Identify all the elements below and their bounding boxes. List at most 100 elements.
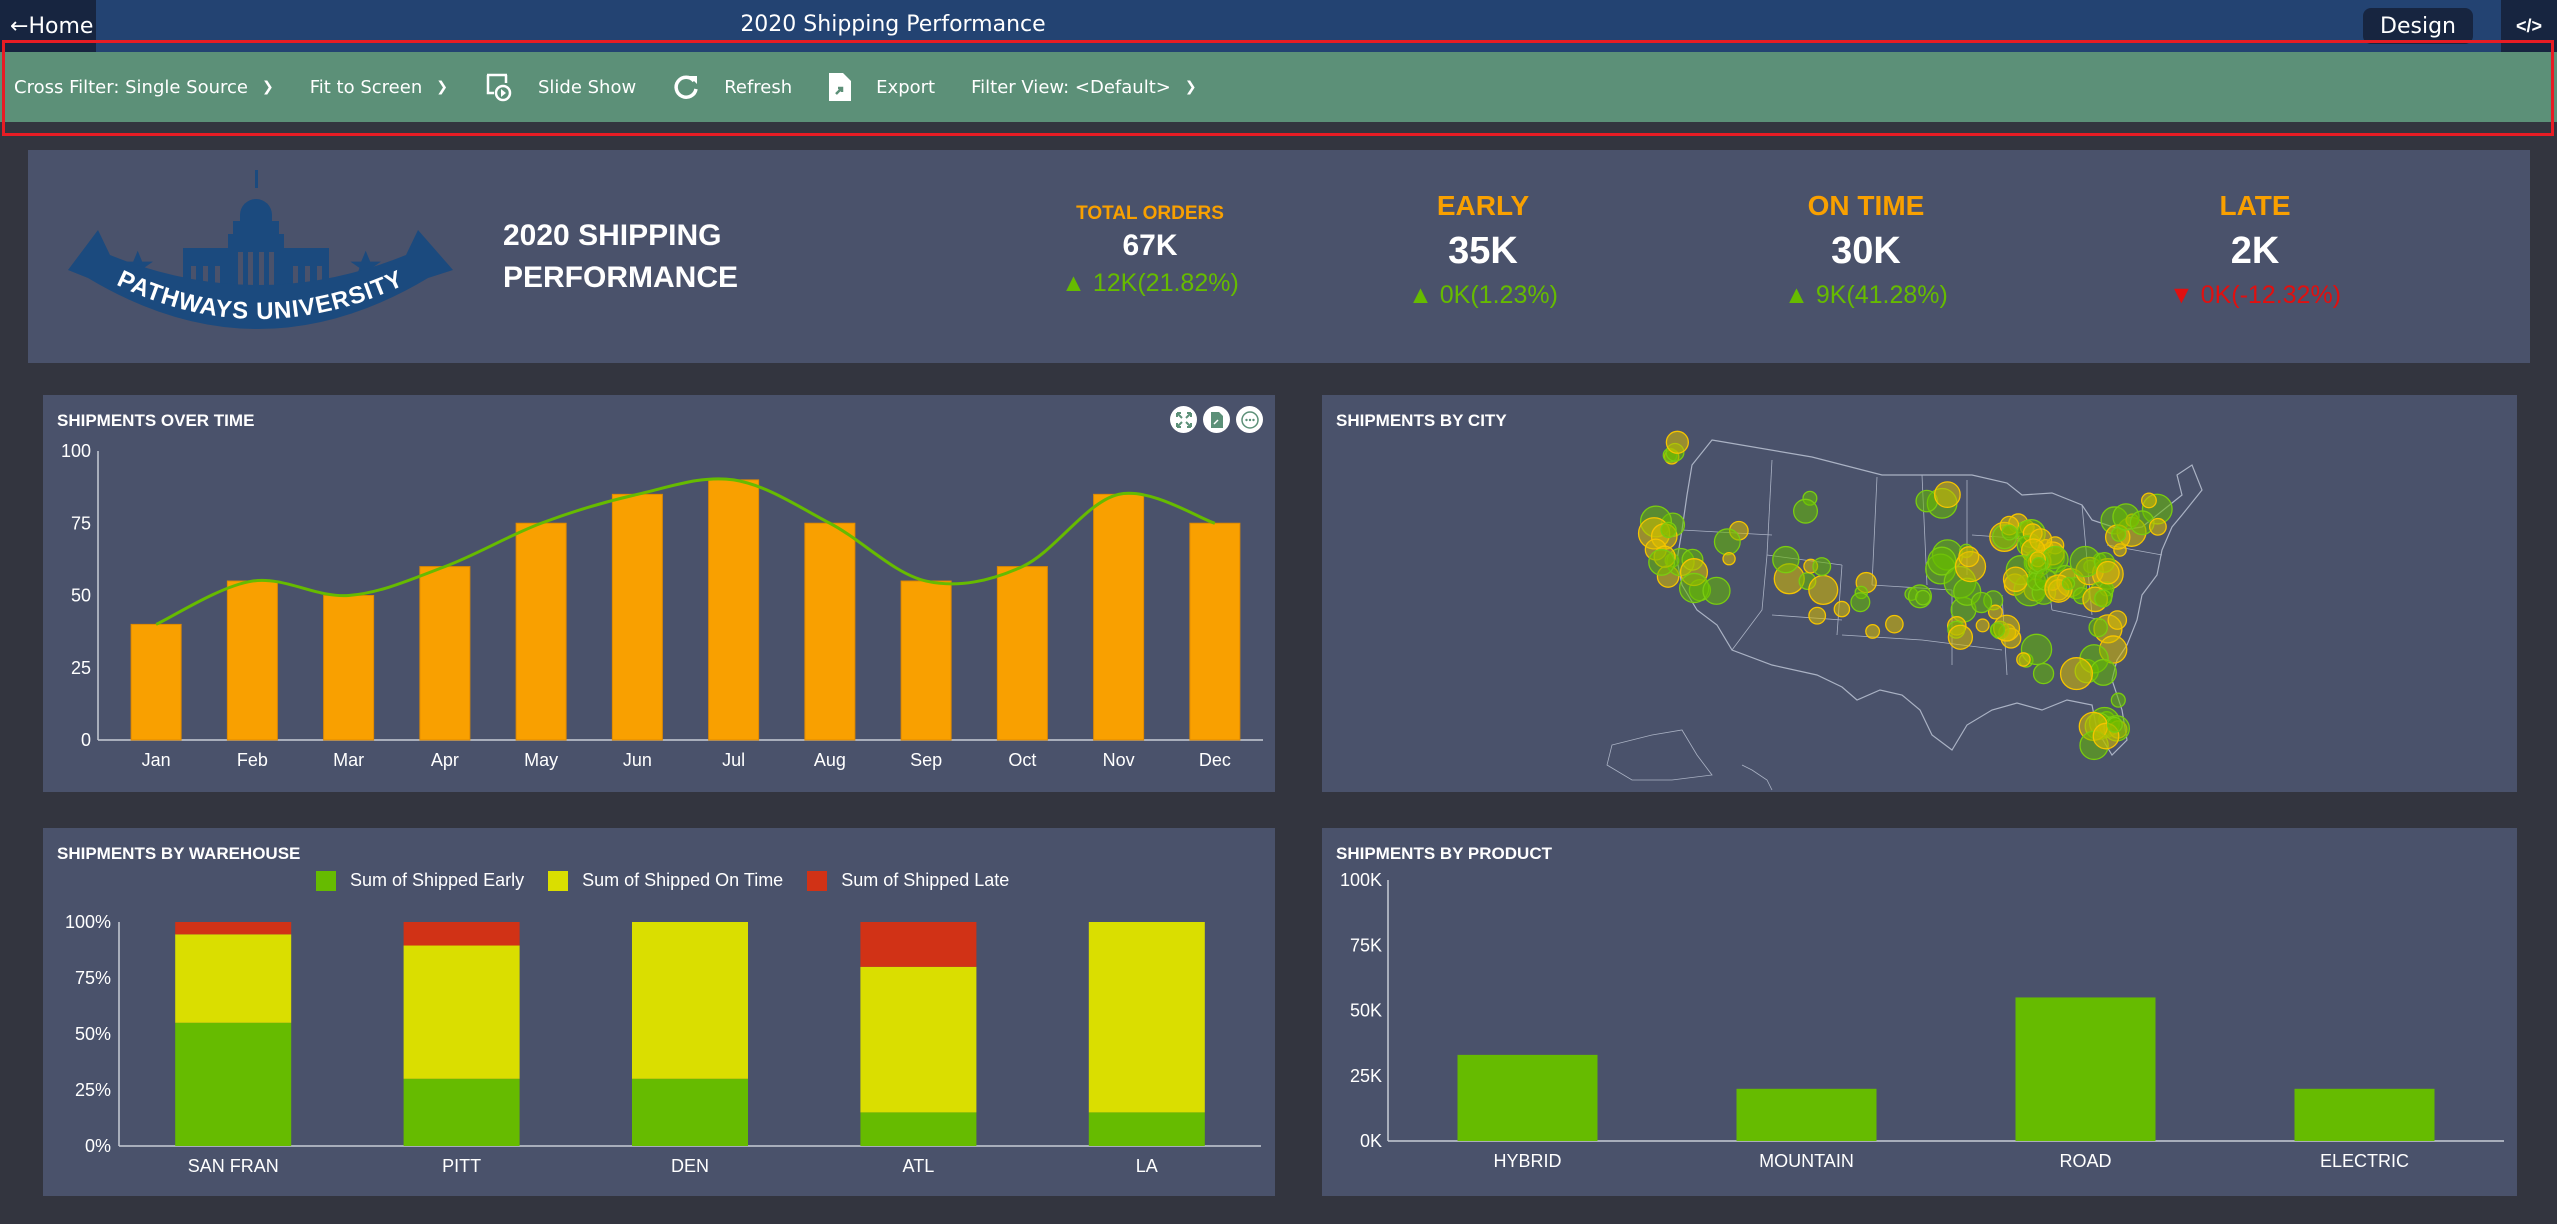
slide-show-button[interactable]: Slide Show	[484, 71, 636, 103]
x-tick-label: Mar	[333, 750, 364, 770]
export-label: Export	[876, 76, 936, 98]
bar	[2015, 997, 2156, 1141]
code-icon: </>	[2515, 15, 2543, 36]
kpi-late: LATE 2K ▼ 0K(-12.32%)	[2145, 190, 2365, 310]
refresh-button[interactable]: Refresh	[672, 73, 792, 101]
x-tick-label: Jul	[722, 750, 745, 770]
cross-filter-dropdown[interactable]: Cross Filter: Single Source ❯	[14, 77, 274, 98]
x-tick-label: Oct	[1008, 750, 1036, 770]
map-layer	[1606, 430, 2203, 791]
bar	[130, 623, 182, 741]
city-bubble	[2107, 610, 2128, 630]
kpi-value: 2K	[2230, 230, 2280, 272]
us-map[interactable]	[1322, 395, 2517, 792]
export-button[interactable]: Export	[828, 72, 935, 102]
shipments-by-product-chart: 0K 25K 50K 75K 100K HYBRID MOUNTAIN ROAD ELECTRI…	[1340, 870, 2504, 1171]
city-bubble	[1850, 592, 1871, 613]
chevron-down-icon: ❯	[436, 79, 448, 95]
y-tick-label: 0K	[1360, 1131, 1382, 1151]
dashboard-title: 2020 SHIPPING PERFORMANCE	[503, 215, 823, 299]
bar	[900, 580, 952, 741]
state-border	[1771, 614, 1843, 621]
bar	[1189, 522, 1241, 741]
shipments-over-time-chart: 0 25 50 75 100 Jan Feb Mar Apr May Jun Jul Aug Sep Oct…	[61, 441, 1263, 770]
city-bubble	[1792, 498, 1819, 524]
x-tick-label: DEN	[671, 1156, 709, 1176]
shipments-by-city-panel: SHIPMENTS BY CITY	[1322, 395, 2517, 792]
city-bubble	[2094, 589, 2113, 608]
x-tick-label: ATL	[903, 1156, 935, 1176]
chevron-down-icon: ❯	[262, 79, 274, 95]
city-bubble	[2002, 566, 2029, 593]
shipments-by-warehouse-panel: SHIPMENTS BY WAREHOUSE Sum of Shipped Ea…	[43, 828, 1275, 1196]
title-line-1: 2020 SHIPPING	[503, 219, 722, 252]
x-tick-label: ROAD	[2059, 1151, 2111, 1171]
y-tick-label: 0%	[85, 1136, 111, 1156]
app-title: 2020 Shipping Performance	[740, 12, 1046, 37]
filter-view-dropdown[interactable]: Filter View: <Default> ❯	[971, 77, 1196, 98]
city-bubble	[2032, 662, 2055, 685]
bar	[708, 479, 760, 741]
kpi-early: EARLY 35K ▲ 0K(1.23%)	[1373, 190, 1593, 310]
city-bubble	[1808, 574, 1839, 606]
kpi-change: ▲ 9K(41.28%)	[1784, 281, 1948, 309]
city-bubble	[1808, 606, 1827, 625]
kpi-on-time: ON TIME 30K ▲ 9K(41.28%)	[1756, 190, 1976, 310]
arrow-down-icon: ▼	[2168, 281, 2194, 309]
refresh-icon	[674, 75, 698, 99]
city-bubble	[1702, 576, 1731, 605]
city-bubble	[2141, 492, 2157, 509]
shipments-by-warehouse-chart: 0% 25% 50% 75% 100% SAN FRAN PITT DEN ATL LA	[65, 912, 1261, 1176]
bar	[1093, 493, 1145, 741]
kpi-value: 30K	[1831, 230, 1901, 272]
fit-to-screen-dropdown[interactable]: Fit to Screen ❯	[310, 77, 448, 98]
kpi-total-orders: TOTAL ORDERS 67K ▲ 12K(21.82%)	[1040, 203, 1260, 298]
x-tick-label: May	[524, 750, 558, 770]
bar	[1457, 1054, 1598, 1141]
shipments-by-product-panel: SHIPMENTS BY PRODUCT 0K 25K 50K 75K 100K HYBR…	[1322, 828, 2517, 1196]
kpi-value: 67K	[1122, 229, 1178, 262]
bar	[515, 522, 567, 741]
slide-show-label: Slide Show	[537, 76, 637, 98]
kpi-label: ON TIME	[1807, 190, 1925, 221]
city-bubble	[1970, 591, 1993, 614]
state-border	[1841, 634, 1923, 641]
kpi-label: TOTAL ORDERS	[1076, 203, 1224, 224]
bar-segment	[632, 1078, 748, 1146]
x-tick-label: ELECTRIC	[2320, 1151, 2409, 1171]
bar-segment	[175, 1022, 292, 1146]
x-tick-label: LA	[1136, 1156, 1158, 1176]
y-tick-label: 100K	[1340, 870, 1382, 890]
state-border	[1871, 476, 1878, 586]
kpi-label: LATE	[2219, 190, 2291, 221]
bar-segment	[403, 922, 520, 946]
bar	[1736, 1088, 1877, 1141]
shipments-over-time-panel: SHIPMENTS OVER TIME 0 25 50 75 100 Jan Feb Mar A…	[43, 395, 1275, 792]
x-tick-label: Feb	[237, 750, 268, 770]
kpi-value: 35K	[1448, 230, 1518, 272]
city-bubble	[2110, 692, 2126, 708]
code-view-button[interactable]: </>	[2501, 0, 2557, 52]
city-bubble	[2106, 716, 2123, 733]
city-bubble	[1915, 589, 1931, 606]
city-bubble	[2001, 524, 2018, 541]
app-header: ← Home 2020 Shipping Performance Design …	[0, 0, 2557, 52]
x-tick-label: Nov	[1103, 750, 1135, 770]
y-tick-label: 50	[71, 586, 91, 606]
design-button[interactable]: Design	[2363, 8, 2473, 44]
state-border	[1766, 459, 1773, 556]
filter-view-label: Filter View: <Default>	[971, 76, 1171, 98]
university-logo: PATHWAYS UNIVERSITY	[48, 170, 478, 345]
bar	[2294, 1088, 2435, 1141]
state-border	[1836, 564, 1843, 636]
y-tick-label: 25K	[1350, 1066, 1382, 1086]
x-tick-label: Jan	[142, 750, 171, 770]
y-tick-label: 50K	[1350, 1001, 1382, 1021]
city-bubble	[1772, 545, 1800, 574]
city-bubble	[2061, 576, 2076, 591]
city-bubble	[2088, 617, 2108, 638]
city-bubble	[1812, 557, 1832, 577]
kpi-change: ▲ 0K(1.23%)	[1408, 281, 1558, 309]
city-bubble	[1648, 548, 1676, 576]
kpi-change: ▲ 12K(21.82%)	[1061, 269, 1239, 297]
